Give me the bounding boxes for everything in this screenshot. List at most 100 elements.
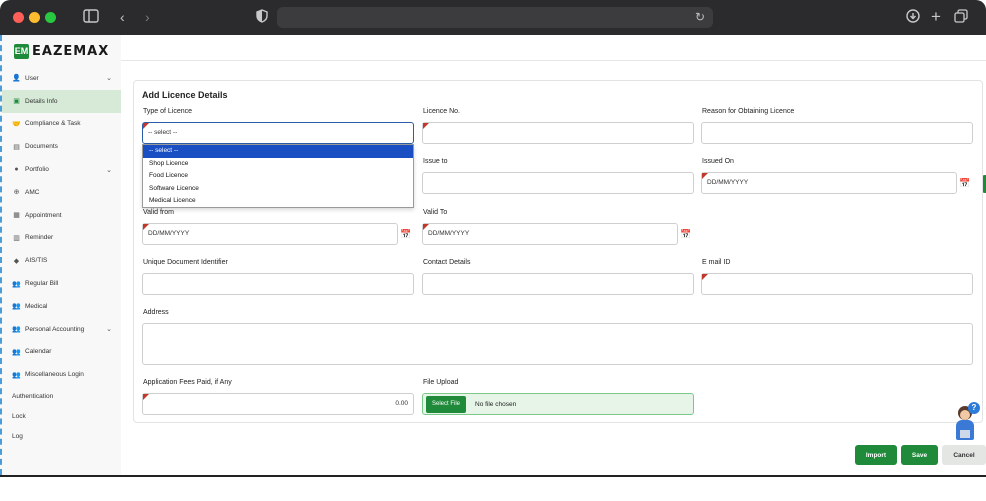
type-of-licence-select[interactable]: -- select --	[142, 122, 414, 144]
sidebar-item-label: User	[25, 74, 39, 82]
sidebar-item-label: Medical	[25, 302, 48, 310]
sidebar-item-documents[interactable]: ▤ Documents	[2, 135, 121, 158]
reload-icon[interactable]: ↻	[695, 10, 705, 24]
unique-doc-id-input[interactable]	[142, 273, 414, 295]
users-icon: 👥	[12, 280, 21, 288]
sidebar-item-personal-accounting[interactable]: 👥 Personal Accounting ⌄	[2, 318, 121, 341]
file-upload-label: File Upload	[423, 379, 459, 386]
sidebar-item-calendar[interactable]: 👥 Calendar	[2, 341, 121, 364]
new-tab-icon[interactable]: +	[931, 8, 941, 25]
portfolio-icon: ●	[14, 166, 19, 174]
window-bottom-edge	[0, 475, 986, 477]
sidebar-item-user[interactable]: 👤 User ⌄	[2, 67, 121, 90]
sidebar-item-medical[interactable]: 👥 Medical	[2, 295, 121, 318]
sidebar-item-log[interactable]: Log	[2, 426, 121, 446]
dropdown-option[interactable]: Shop Licence	[143, 158, 413, 171]
fees-input[interactable]: 0.00	[142, 393, 414, 415]
licence-type-dropdown: -- select -- Shop Licence Food Licence S…	[142, 144, 414, 208]
sidebar-item-label: AIS/TIS	[25, 257, 48, 265]
sidebar-item-label: Personal Accounting	[25, 325, 85, 333]
sidebar-item-label: Regular Bill	[25, 280, 59, 288]
handshake-icon: 🤝	[12, 120, 21, 128]
brand-logo[interactable]: EM EAZEMAX	[14, 43, 109, 59]
maximize-window-button[interactable]	[45, 12, 56, 23]
issued-on-input[interactable]: DD/MM/YYYY	[701, 172, 957, 194]
dropdown-option[interactable]: -- select --	[143, 145, 413, 158]
issue-to-input[interactable]	[422, 172, 694, 194]
sidebar-item-details-info[interactable]: ▣ Details Info	[2, 89, 121, 113]
unique-doc-id-label: Unique Document Identifier	[143, 259, 228, 266]
select-file-button[interactable]: Select File	[426, 396, 467, 413]
shield-icon[interactable]	[256, 9, 268, 26]
email-id-input[interactable]	[701, 273, 973, 295]
type-of-licence-value: -- select --	[148, 129, 178, 136]
issue-to-label: Issue to	[423, 158, 448, 165]
email-id-label: E mail ID	[702, 259, 731, 266]
sidebar-item-label: Compliance & Task	[25, 120, 81, 128]
type-of-licence-label: Type of Licence	[143, 108, 193, 115]
dropdown-option[interactable]: Medical Licence	[143, 195, 413, 208]
sidebar-icon[interactable]	[83, 9, 99, 26]
tag-icon: ◆	[13, 257, 20, 265]
contact-details-label: Contact Details	[423, 259, 471, 266]
chevron-down-icon: ⌄	[106, 75, 112, 83]
sidebar-item-reminder[interactable]: ▥ Reminder	[2, 227, 121, 250]
sidebar-item-label: Details Info	[25, 97, 58, 105]
users-icon: 👥	[12, 326, 21, 334]
calendar-icon[interactable]: 📅	[959, 178, 970, 189]
valid-from-input[interactable]: DD/MM/YYYY	[142, 223, 398, 245]
download-icon[interactable]	[906, 9, 920, 26]
issued-on-placeholder: DD/MM/YYYY	[707, 179, 749, 186]
sidebar-item-regular-bill[interactable]: 👥 Regular Bill	[2, 272, 121, 295]
licence-no-input[interactable]	[422, 122, 694, 144]
calendar-icon[interactable]: 📅	[400, 229, 411, 240]
users-icon: 👥	[12, 348, 21, 356]
cancel-button[interactable]: Cancel	[942, 445, 986, 465]
valid-to-label: Valid To	[423, 209, 448, 216]
address-textarea[interactable]	[142, 323, 973, 365]
sidebar-item-label: Documents	[25, 143, 58, 151]
valid-to-placeholder: DD/MM/YYYY	[428, 230, 470, 237]
dropdown-option[interactable]: Food Licence	[143, 170, 413, 183]
save-button[interactable]: Save	[901, 445, 938, 465]
globe-icon: ⊕	[13, 189, 20, 197]
sidebar-item-compliance-task[interactable]: 🤝 Compliance & Task	[2, 113, 121, 136]
sidebar-item-label: Reminder	[25, 234, 54, 242]
sidebar-item-label: AMC	[25, 188, 40, 196]
tabs-icon[interactable]	[954, 9, 968, 26]
sidebar-item-portfolio[interactable]: ● Portfolio ⌄	[2, 158, 121, 181]
close-window-button[interactable]	[13, 12, 24, 23]
sidebar-item-appointment[interactable]: ▦ Appointment	[2, 204, 121, 227]
sidebar-item-label: Miscellaneous Login	[25, 371, 84, 379]
documents-icon: ▤	[13, 143, 20, 151]
forward-icon[interactable]: ›	[145, 9, 150, 25]
sidebar-item-label: Appointment	[25, 211, 62, 219]
help-assistant-icon[interactable]: ?	[952, 402, 980, 444]
address-bar[interactable]: ↻	[277, 7, 713, 28]
sidebar-item-ais-tis[interactable]: ◆ AIS/TIS	[2, 249, 121, 272]
file-upload-field: Select File No file chosen	[422, 393, 694, 415]
sidebar-nav: 👤 User ⌄ ▣ Details Info 🤝 Compliance & T…	[2, 67, 121, 446]
sidebar-item-lock[interactable]: Lock	[2, 406, 121, 426]
users-icon: 👥	[12, 303, 21, 311]
reason-input[interactable]	[701, 122, 973, 144]
contact-details-input[interactable]	[422, 273, 694, 295]
dropdown-option[interactable]: Software Licence	[143, 183, 413, 196]
fees-label: Application Fees Paid, if Any	[143, 379, 232, 386]
back-icon[interactable]: ‹	[120, 9, 125, 25]
fees-value: 0.00	[395, 400, 408, 407]
import-button[interactable]: Import	[855, 445, 897, 465]
sidebar-item-amc[interactable]: ⊕ AMC	[2, 181, 121, 204]
sidebar-item-miscellaneous-login[interactable]: 👥 Miscellaneous Login	[2, 363, 121, 386]
licence-no-label: Licence No.	[423, 108, 460, 115]
sidebar-item-authentication[interactable]: Authentication	[2, 386, 121, 406]
reason-label: Reason for Obtaining Licence	[702, 108, 795, 115]
valid-to-input[interactable]: DD/MM/YYYY	[422, 223, 678, 245]
browser-toolbar: ‹ › ↻ +	[0, 0, 986, 35]
laptop-icon	[960, 430, 970, 438]
calendar-icon[interactable]: 📅	[680, 229, 691, 240]
sidebar-item-label: Portfolio	[25, 166, 49, 174]
question-icon: ?	[968, 402, 980, 414]
header-divider	[121, 60, 986, 61]
minimize-window-button[interactable]	[29, 12, 40, 23]
